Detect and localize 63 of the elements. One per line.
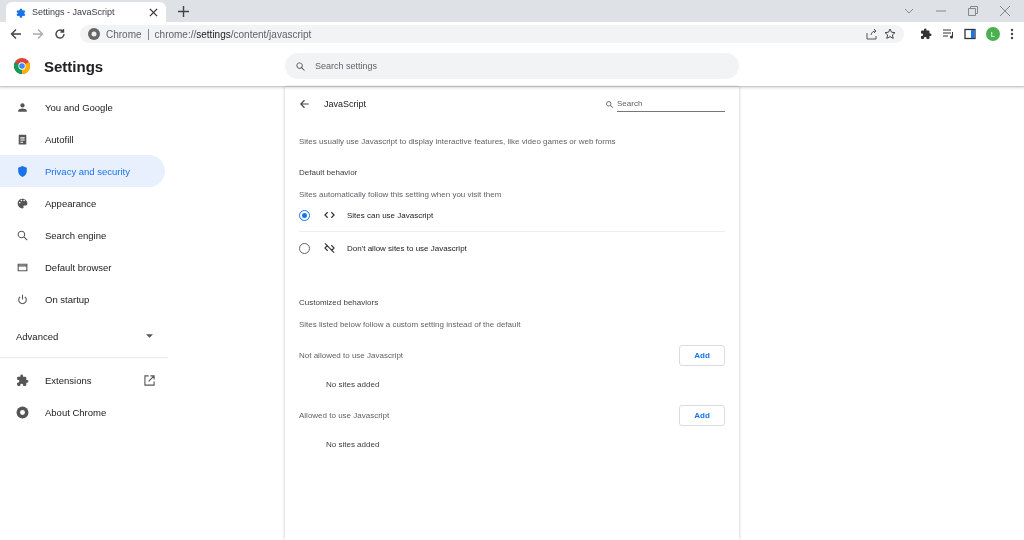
playlist-icon[interactable] [942,28,954,40]
menu-icon[interactable] [1010,28,1014,40]
close-icon[interactable] [1000,6,1010,16]
caret-icon [146,334,153,338]
chrome-logo-icon [16,405,29,419]
section-subtitle: Sites listed below follow a custom setting instead of the default [299,320,522,329]
code-icon [324,211,335,219]
gear-icon [14,6,26,18]
address-bar[interactable]: Chrome chrome://settings/content/javascript [80,25,904,43]
add-button[interactable]: Add [679,405,725,426]
sidebar-item-icon [16,196,29,210]
puzzle-icon[interactable] [920,28,932,40]
sidebar-item[interactable]: On startup [0,283,165,315]
sidebar-item[interactable]: Autofill [0,123,165,155]
sidebar-item[interactable]: Default browser [0,251,165,283]
sidebar-item-icon [16,100,29,114]
code-off-icon [324,243,335,253]
browser-tab[interactable]: Settings - JavaScript [6,2,166,22]
sidebar-item-icon [16,292,29,306]
puzzle-icon [16,373,29,387]
empty-message: No sites added [326,440,381,449]
restore-icon[interactable] [968,6,978,16]
reload-icon[interactable] [54,28,66,40]
option-label: Don't allow sites to use Javascript [347,243,467,253]
search-icon [605,99,614,109]
add-button[interactable]: Add [679,345,725,366]
sidebar-item-icon [16,228,29,242]
tab-title: Settings - JavaScript [32,7,116,17]
sidebar-item[interactable]: Extensions [0,364,165,396]
description: Sites usually use Javascript to display interactive features, like video games or web forms [299,137,617,146]
settings-title: Settings [44,57,104,75]
option-label: Sites can use Javascript [347,210,434,220]
sidebar-item[interactable]: About Chrome [0,396,165,428]
chrome-logo-icon [14,58,30,74]
list-title: Not allowed to use Javascript [299,351,404,360]
sidebar-item-icon [16,164,29,178]
external-link-icon [144,374,155,386]
search-field[interactable]: Search settings [285,53,739,79]
sidebar-item[interactable]: Privacy and security [0,155,165,187]
back-icon[interactable] [10,28,22,40]
sidebar-item[interactable]: Appearance [0,187,165,219]
search-field[interactable]: Search [617,96,725,112]
chrome-logo-icon [88,28,100,40]
empty-message: No sites added [326,380,381,389]
star-icon[interactable] [884,28,896,40]
close-tab-icon[interactable] [149,7,158,17]
url-text: chrome://settings/content/javascript [154,28,312,40]
back-arrow-icon[interactable] [299,99,310,109]
chevron-down-icon[interactable] [904,8,914,14]
advanced-toggle[interactable]: Advanced [0,315,165,357]
section-heading: Customized behaviors [299,298,380,307]
sidebar-item-icon [16,132,29,146]
list-title: Allowed to use Javascript [299,411,390,420]
search-icon [295,60,306,72]
site-label: Chrome [106,28,142,40]
new-tab-icon[interactable] [178,6,189,17]
page-title: JavaScript [324,99,367,109]
side-panel-icon[interactable] [964,28,976,40]
section-heading: Default behavior [299,168,359,177]
section-subtitle: Sites automatically follow this setting when you visit them [299,190,503,199]
sidebar-item[interactable]: Search engine [0,219,165,251]
sidebar-item[interactable]: You and Google [0,91,165,123]
share-icon[interactable] [866,28,878,40]
